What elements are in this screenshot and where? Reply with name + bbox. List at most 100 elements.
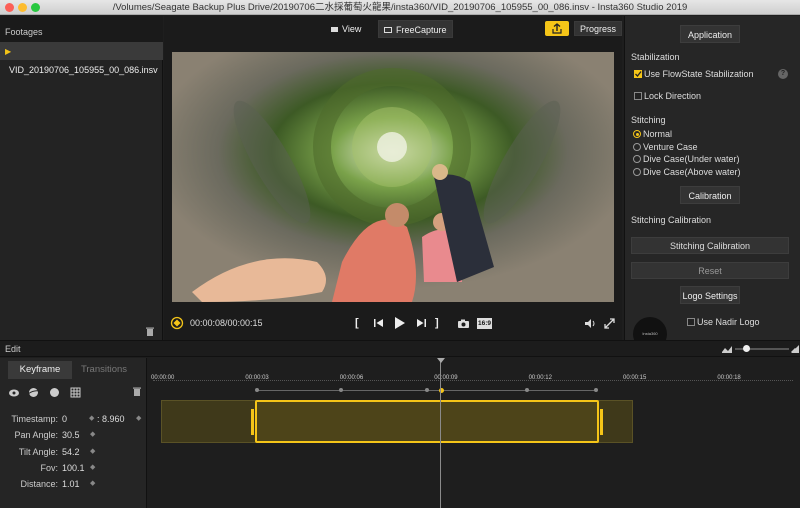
snapshot-camera-icon[interactable] xyxy=(457,318,470,329)
planet-icon[interactable] xyxy=(27,387,40,398)
radio-normal-label: Normal xyxy=(643,129,673,139)
viewer-panel: View FreeCapture Progress 00:00:08/00:00… xyxy=(164,16,623,340)
freecapture-button[interactable]: FreeCapture xyxy=(378,20,453,38)
radio-dive-under[interactable] xyxy=(633,155,641,163)
keyframe-marker[interactable] xyxy=(339,388,343,392)
trash-icon[interactable] xyxy=(146,327,154,336)
radio-dive-above-label: Dive Case(Above water) xyxy=(643,167,741,177)
pan-angle-row: Pan Angle: 30.5 ◆ xyxy=(0,430,146,444)
trim-handle-right[interactable] xyxy=(600,409,603,435)
playhead-handle[interactable] xyxy=(437,358,445,363)
export-button[interactable] xyxy=(545,21,569,36)
radio-normal[interactable] xyxy=(633,130,641,138)
help-icon[interactable]: ? xyxy=(778,69,788,79)
stitching-calibration-title: Stitching Calibration xyxy=(631,215,712,225)
zoom-window-button[interactable] xyxy=(31,3,40,12)
play-button[interactable] xyxy=(393,315,407,331)
keyframe-marker[interactable] xyxy=(425,388,429,392)
tab-transitions[interactable]: Transitions xyxy=(72,361,136,379)
close-window-button[interactable] xyxy=(5,3,14,12)
distance-row: Distance: 1.01 ◆ xyxy=(0,479,146,493)
monitor-icon xyxy=(331,27,338,32)
aspect-ratio-button[interactable]: 16:9 xyxy=(477,318,492,329)
timestamp-label: Timestamp: xyxy=(11,414,58,424)
clip-trim-region[interactable] xyxy=(251,400,603,443)
distance-stepper-icon[interactable]: ◆ xyxy=(90,479,95,487)
video-frame[interactable] xyxy=(172,52,614,302)
radio-dive-under-label: Dive Case(Under water) xyxy=(643,154,740,164)
timestamp-value[interactable]: 0 xyxy=(62,414,67,424)
capture-icon xyxy=(384,27,392,33)
keyframe-marker[interactable] xyxy=(594,388,598,392)
fullscreen-icon[interactable] xyxy=(604,318,615,329)
waveform-icon[interactable] xyxy=(722,345,732,353)
tilt-angle-value[interactable]: 54.2 xyxy=(62,447,80,457)
fov-value[interactable]: 100.1 xyxy=(62,463,85,473)
step-back-icon[interactable] xyxy=(372,316,386,330)
application-button[interactable]: Application xyxy=(680,25,740,43)
timestamp-stepper-icon[interactable]: ◆ xyxy=(89,414,94,422)
lock-direction-checkbox[interactable] xyxy=(634,92,642,100)
radio-venture-case[interactable] xyxy=(633,143,641,151)
footages-panel: Footages ▶ VID_20190706_105955_00_086.in… xyxy=(0,16,163,340)
keyframe-panel: Keyframe Transitions Timestamp: 0 ◆ : 8.… xyxy=(0,358,146,508)
step-forward-icon[interactable] xyxy=(414,316,428,330)
flowstate-label: Use FlowState Stabilization xyxy=(644,69,754,79)
tilt-angle-stepper-icon[interactable]: ◆ xyxy=(90,447,95,455)
view-mode-icon[interactable] xyxy=(8,388,20,398)
sphere-icon[interactable] xyxy=(49,387,60,398)
zoom-in-icon[interactable] xyxy=(791,345,799,353)
fov-row: Fov: 100.1 ◆ xyxy=(0,463,146,477)
stitching-calibration-button[interactable]: Stitching Calibration xyxy=(631,237,789,254)
tilt-angle-row: Tilt Angle: 54.2 ◆ xyxy=(0,447,146,461)
timestamp-end-stepper-icon[interactable]: ◆ xyxy=(136,414,141,422)
tilt-angle-label: Tilt Angle: xyxy=(18,447,58,457)
volume-icon[interactable] xyxy=(584,318,596,329)
logo-settings-button[interactable]: Logo Settings xyxy=(680,286,740,304)
footage-item[interactable]: ▶ VID_20190706_105955_00_086.insv xyxy=(0,42,163,75)
timecode: 00:00:08/00:00:15 xyxy=(190,318,263,328)
playhead[interactable] xyxy=(440,358,441,508)
play-indicator-icon: ▶ xyxy=(5,47,12,56)
tab-keyframe[interactable]: Keyframe xyxy=(8,361,72,379)
radio-dive-above[interactable] xyxy=(633,168,641,176)
zoom-slider-handle[interactable] xyxy=(742,345,750,352)
grid-icon[interactable] xyxy=(70,387,81,398)
lock-direction-label: Lock Direction xyxy=(644,91,702,101)
footage-item-label: VID_20190706_105955_00_086.insv xyxy=(9,65,158,75)
view-button[interactable]: View xyxy=(326,20,366,38)
keyframe-diamond-icon[interactable] xyxy=(170,316,184,330)
fov-label: Fov: xyxy=(40,463,58,473)
timeline[interactable]: 00:00:00 00:00:03 00:00:06 00:00:09 00:00:12… xyxy=(146,358,800,508)
nadir-logo-checkbox[interactable] xyxy=(687,318,695,326)
edit-label: Edit xyxy=(5,344,21,354)
window-titlebar: /Volumes/Seagate Backup Plus Drive/20190… xyxy=(0,0,800,15)
flowstate-checkbox[interactable] xyxy=(634,70,642,78)
footages-header: Footages xyxy=(0,16,163,42)
distance-value[interactable]: 1.01 xyxy=(62,479,80,489)
minimize-window-button[interactable] xyxy=(18,3,27,12)
calibration-button[interactable]: Calibration xyxy=(680,186,740,204)
view-label: View xyxy=(342,24,362,34)
pan-angle-value[interactable]: 30.5 xyxy=(62,430,80,440)
edit-bar: Edit xyxy=(0,340,800,357)
keyframe-marker[interactable] xyxy=(255,388,259,392)
radio-venture-case-label: Venture Case xyxy=(643,142,698,152)
mark-in-icon[interactable]: [ xyxy=(355,317,359,329)
reset-button[interactable]: Reset xyxy=(631,262,789,279)
settings-panel: Application Stabilization Use FlowState … xyxy=(624,16,800,340)
stitching-title: Stitching xyxy=(631,115,666,125)
timestamp-end-value[interactable]: : 8.960 xyxy=(97,414,125,424)
nadir-logo-label: Use Nadir Logo xyxy=(697,317,760,327)
fov-stepper-icon[interactable]: ◆ xyxy=(90,463,95,471)
pan-angle-stepper-icon[interactable]: ◆ xyxy=(90,430,95,438)
video-image xyxy=(172,52,614,302)
zoom-slider[interactable] xyxy=(735,345,789,352)
export-icon xyxy=(552,23,562,34)
mark-out-icon[interactable]: ] xyxy=(435,317,439,329)
trim-handle-left[interactable] xyxy=(251,409,254,435)
freecapture-label: FreeCapture xyxy=(396,25,447,35)
keyframe-marker[interactable] xyxy=(525,388,529,392)
delete-keyframe-icon[interactable] xyxy=(133,387,141,396)
progress-button[interactable]: Progress xyxy=(574,21,623,36)
